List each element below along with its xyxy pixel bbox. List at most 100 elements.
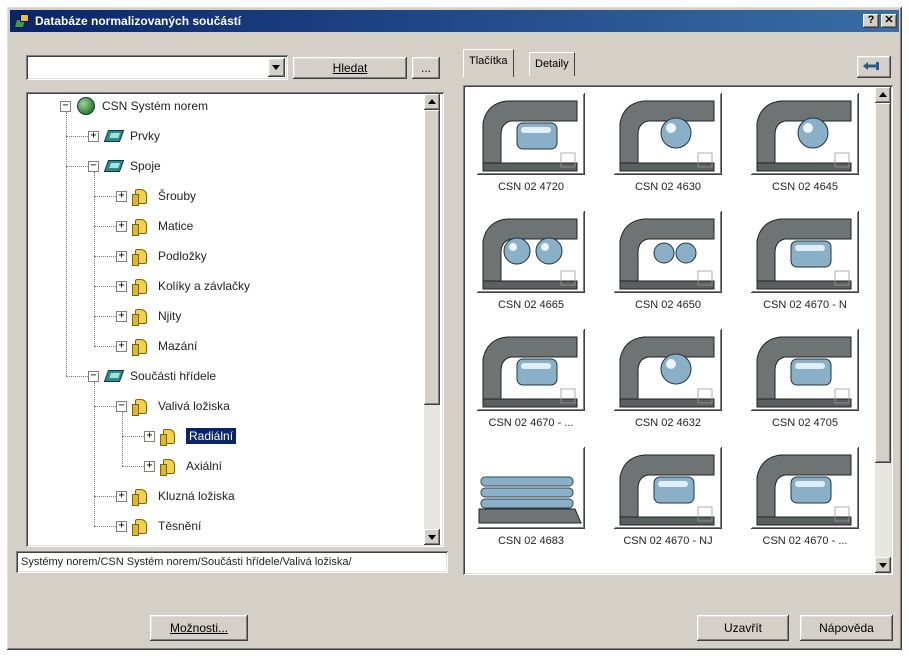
tree-item[interactable]: + Axiální: [144, 455, 222, 477]
bearing-icon: [478, 476, 582, 524]
component-label: CSN 02 4705: [771, 417, 839, 429]
gallery-scrollbar[interactable]: [875, 87, 891, 573]
expand-icon[interactable]: +: [116, 220, 127, 232]
component-button[interactable]: CSN 02 4670 - NJ: [606, 443, 738, 563]
gallery-scroll-thumb[interactable]: [875, 103, 891, 463]
bearing-thumbnail: [614, 447, 722, 529]
expand-icon[interactable]: +: [116, 280, 127, 292]
component-button[interactable]: CSN 02 4670 - N: [743, 207, 875, 327]
tree-item[interactable]: + Šrouby: [116, 185, 196, 207]
component-button[interactable]: CSN 02 4720: [469, 89, 601, 209]
tree-item-label: Valivá ložiska: [158, 399, 230, 413]
combobox-dropdown-button[interactable]: [268, 58, 285, 77]
component-button[interactable]: CSN 02 4683: [469, 443, 601, 563]
bearing-thumbnail: [477, 447, 585, 529]
component-button[interactable]: CSN 02 4630: [606, 89, 738, 209]
expand-icon[interactable]: +: [116, 340, 127, 352]
search-combobox[interactable]: [26, 55, 288, 80]
scroll-up-button[interactable]: [424, 94, 440, 110]
component-button[interactable]: CSN 02 4670 - ...: [469, 325, 601, 445]
expand-icon[interactable]: +: [116, 490, 127, 502]
bearing-icon: [482, 100, 578, 172]
gallery-scroll-down-button[interactable]: [875, 557, 891, 573]
component-button[interactable]: CSN 02 4705: [743, 325, 875, 445]
tree-item-label: Těsnění: [158, 519, 202, 533]
bearing-thumbnail: [614, 329, 722, 411]
tree-item-label: Šrouby: [158, 189, 197, 203]
component-button[interactable]: CSN 02 4650: [606, 207, 738, 327]
bearing-icon: [756, 100, 852, 172]
title-bar: Databáze normalizovaných součástí ? ✕: [10, 10, 899, 32]
collapse-icon[interactable]: −: [116, 400, 127, 412]
expand-icon[interactable]: +: [116, 310, 127, 322]
tree-item[interactable]: − CSN Systém norem: [60, 95, 208, 117]
collapse-icon[interactable]: −: [88, 160, 99, 172]
tree-connector: [94, 196, 116, 197]
expand-icon[interactable]: +: [144, 460, 155, 472]
expand-icon[interactable]: +: [116, 190, 127, 202]
help-title-button[interactable]: ?: [863, 14, 879, 28]
tree-item[interactable]: + Radiální: [144, 425, 238, 447]
component-button[interactable]: CSN 02 4665: [469, 207, 601, 327]
tree-item[interactable]: + Kluzná ložiska: [116, 485, 235, 507]
tab-buttons[interactable]: Tlačítka: [463, 49, 514, 77]
tree-item-label: Radiální: [184, 427, 238, 445]
tree-connector: [94, 496, 116, 497]
tree-item[interactable]: − Valivá ložiska: [116, 395, 230, 417]
options-button-label: Možnosti...: [169, 621, 229, 635]
tree-item[interactable]: + Matice: [116, 215, 193, 237]
tree-item[interactable]: + Njity: [116, 305, 181, 327]
tree-connector: [94, 316, 116, 317]
tree-item-label: Matice: [158, 219, 194, 233]
tree-item[interactable]: − Součásti hřídele: [88, 365, 216, 387]
book-icon: [103, 367, 125, 385]
tree-item[interactable]: + Mazání: [116, 335, 197, 357]
expand-icon[interactable]: +: [116, 520, 127, 532]
expand-icon[interactable]: +: [88, 130, 99, 142]
bearing-icon: [619, 454, 715, 526]
folder-icon: [132, 517, 152, 536]
help-button[interactable]: Nápověda: [800, 615, 893, 641]
component-button[interactable]: CSN 02 4632: [606, 325, 738, 445]
tree-item-label: Axiální: [186, 459, 223, 473]
book-icon: [103, 127, 125, 145]
component-label: CSN 02 4683: [497, 535, 565, 547]
expand-icon[interactable]: +: [144, 430, 155, 442]
options-button[interactable]: Možnosti...: [150, 615, 248, 641]
component-label: CSN 02 4665: [497, 299, 565, 311]
search-button[interactable]: Hledat: [293, 57, 407, 79]
tab-details[interactable]: Detaily: [529, 52, 575, 76]
expand-icon[interactable]: +: [116, 250, 127, 262]
globe-icon: [76, 97, 96, 115]
bearing-icon: [482, 336, 578, 408]
tree-item[interactable]: + Podložky: [116, 245, 207, 267]
folder-icon: [160, 427, 180, 446]
close-title-button[interactable]: ✕: [881, 14, 897, 28]
gallery-scroll-up-button[interactable]: [875, 87, 891, 103]
folder-icon: [132, 277, 152, 296]
tree-item[interactable]: − Spoje: [88, 155, 161, 177]
collapse-icon[interactable]: −: [60, 100, 71, 112]
collapse-icon[interactable]: −: [88, 370, 99, 382]
tree-scrollbar[interactable]: [424, 94, 440, 545]
bearing-thumbnail: [751, 93, 859, 175]
component-button[interactable]: CSN 02 4670 - ...: [743, 443, 875, 563]
tree-item-label: Podložky: [158, 249, 207, 263]
close-button[interactable]: Uzavřít: [697, 615, 789, 641]
scroll-thumb[interactable]: [424, 110, 440, 405]
category-tree: − CSN Systém norem + Prvky − Spoje + Šrouby + Mat…: [26, 92, 444, 547]
back-arrow-icon: [863, 62, 879, 70]
folder-icon: [132, 307, 152, 326]
tree-connector: [66, 376, 88, 377]
back-button[interactable]: [857, 56, 891, 78]
folder-icon: [132, 337, 152, 356]
tree-item[interactable]: + Prvky: [88, 125, 160, 147]
tree-item[interactable]: + Kolíky a závlačky: [116, 275, 250, 297]
tree-item[interactable]: + Těsnění: [116, 515, 201, 537]
folder-icon: [132, 487, 152, 506]
tree-item-label: CSN Systém norem: [102, 99, 209, 113]
component-button[interactable]: CSN 02 4645: [743, 89, 875, 209]
browse-button[interactable]: ...: [412, 57, 440, 79]
scroll-down-button[interactable]: [424, 529, 440, 545]
tree-connector: [94, 286, 116, 287]
